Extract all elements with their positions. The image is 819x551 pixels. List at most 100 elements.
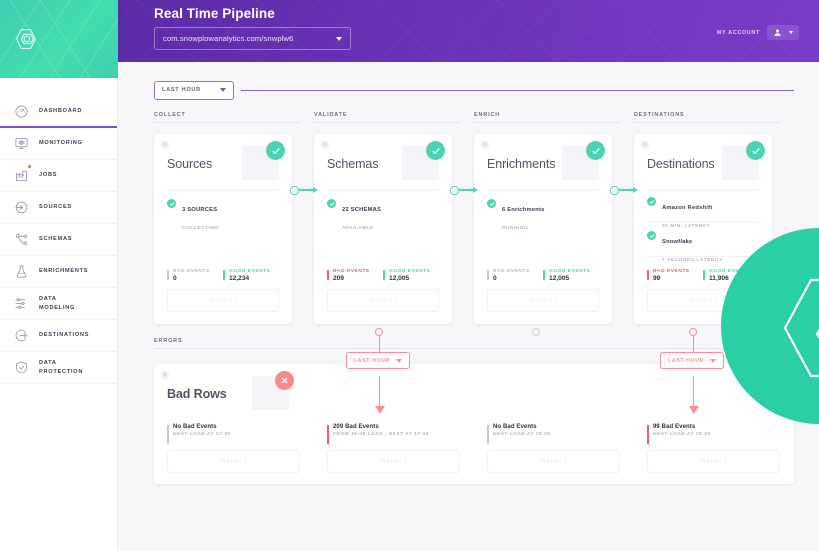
pipeline-card-schemas[interactable]: i Schemas 22 SCHEMAS AVAILABLE BAD EVENT… <box>314 134 452 324</box>
info-icon[interactable]: i <box>641 141 649 149</box>
errors-meta: 99 Bad Events NEXT LOAD AT 18:20 <box>647 424 780 444</box>
card-slot-validate: i Schemas 22 SCHEMAS AVAILABLE BAD EVENT… <box>314 134 474 324</box>
inspect-label: INSPECT <box>219 458 248 465</box>
pipeline-card-enrichments[interactable]: i Enrichments 6 Enrichments RUNNING BAD … <box>474 134 612 324</box>
inspect-button[interactable]: INSPECT <box>647 289 759 312</box>
shield-check-icon <box>8 357 34 379</box>
info-icon[interactable]: i <box>481 141 489 149</box>
inspect-button[interactable]: INSPECT <box>167 289 279 312</box>
card-stat-main: Snowflake <box>662 239 693 245</box>
errors-meta: No Bad Events NEXT LOAD AT 17:30 <box>167 424 300 444</box>
divider <box>487 190 599 191</box>
card-events: BAD EVENTS 99 GOOD EVENTS 11,906 <box>647 269 759 282</box>
good-events-value: 12,005 <box>549 275 570 282</box>
pipeline-cards: i Sources 3 SOURCES COLLECTING BAD EVENT… <box>154 134 794 324</box>
sidebar-item-dashboard[interactable]: DASHBOARD <box>0 96 117 128</box>
info-icon[interactable]: i <box>161 141 169 149</box>
column-label: DESTINATIONS <box>634 112 685 118</box>
card-title: Sources <box>167 157 213 171</box>
card-stat-row: 3 SOURCES COLLECTING <box>167 198 219 234</box>
bad-events-label: BAD EVENTS <box>173 268 210 274</box>
arrow-into-circle-icon <box>8 197 34 219</box>
divider <box>327 190 439 191</box>
bad-events-metric: BAD EVENTS 209 <box>327 269 383 282</box>
pipeline-url-value: com.snowplowanalytics.com/snwplw6 <box>163 34 294 43</box>
check-circle-icon <box>426 141 445 160</box>
info-icon[interactable]: i <box>321 141 329 149</box>
inspect-label: INSPECT <box>368 297 398 304</box>
card-slot-collect: i Sources 3 SOURCES COLLECTING BAD EVENT… <box>154 134 314 324</box>
errors-filter-destinations[interactable]: LAST HOUR <box>660 352 725 369</box>
card-slot-destinations: i Destinations Amazon Redshift 30 MIN. L <box>634 134 794 324</box>
inspect-label: INSPECT <box>688 297 718 304</box>
sidebar-item-data-protection[interactable]: DATA PROTECTION <box>0 352 117 384</box>
errors-sub: NEXT LOAD AT 18:00 <box>493 432 551 437</box>
errors-column-enrich: No Bad Events NEXT LOAD AT 18:00 INSPECT <box>474 424 634 473</box>
main-content: LAST HOUR COLLECT VALIDATE ENRICH DESTIN… <box>118 62 819 551</box>
sidebar-item-destinations[interactable]: DESTINATIONS <box>0 320 117 352</box>
timeframe-label: LAST HOUR <box>162 87 201 93</box>
pipeline-card-sources[interactable]: i Sources 3 SOURCES COLLECTING BAD EVENT… <box>154 134 292 324</box>
column-header-enrich: ENRICH <box>474 112 634 123</box>
error-line-validate-lower <box>379 376 381 408</box>
errors-filter-validate[interactable]: LAST HOUR <box>346 352 411 369</box>
errors-column-collect: No Bad Events NEXT LOAD AT 17:30 INSPECT <box>154 424 314 473</box>
inspect-button[interactable]: INSPECT <box>487 289 599 312</box>
account-menu[interactable]: MY ACCOUNT <box>717 25 799 40</box>
close-circle-icon <box>275 371 294 390</box>
sidebar-item-monitoring[interactable]: MONITORING <box>0 128 117 160</box>
brand-logo-panel[interactable] <box>0 0 118 78</box>
column-header-validate: VALIDATE <box>314 112 474 123</box>
inspect-button[interactable]: INSPECT <box>327 289 439 312</box>
sidebar-nav: DASHBOARD MONITORING JOBS SOURCES SCHEMA… <box>0 78 117 384</box>
inspect-button[interactable]: INSPECT <box>647 450 780 473</box>
inspect-button[interactable]: INSPECT <box>487 450 620 473</box>
errors-column-destinations: 99 Bad Events NEXT LOAD AT 18:20 INSPECT <box>634 424 794 473</box>
chevron-down-icon <box>710 358 717 363</box>
sidebar-item-label: DATA MODELING <box>39 296 76 311</box>
bad-rows-panel[interactable]: i Bad Rows No Bad Events NEXT LOAD AT 17… <box>154 364 794 484</box>
bad-events-metric: BAD EVENTS 0 <box>167 268 223 282</box>
column-label: ENRICH <box>474 112 501 118</box>
sidebar-item-data-modeling[interactable]: DATA MODELING <box>0 288 117 320</box>
card-stat-row: 6 Enrichments RUNNING <box>487 198 545 234</box>
bad-events-metric: BAD EVENTS 0 <box>487 269 543 282</box>
sidebar-item-sources[interactable]: SOURCES <box>0 192 117 224</box>
check-circle-icon <box>487 199 496 208</box>
sidebar-item-enrichments[interactable]: ENRICHMENTS <box>0 256 117 288</box>
column-header-collect: COLLECT <box>154 112 314 123</box>
info-icon[interactable]: i <box>161 371 169 379</box>
top-header: Real Time Pipeline com.snowplowanalytics… <box>118 0 819 62</box>
bad-events-value: 0 <box>173 275 177 282</box>
good-events-metric: GOOD EVENTS 12,005 <box>543 268 599 282</box>
card-stat-row: Amazon Redshift 30 MIN. LATENCY <box>647 196 712 232</box>
account-button[interactable] <box>767 25 799 40</box>
inspect-label: INSPECT <box>208 297 238 304</box>
errors-headline: No Bad Events <box>173 424 217 430</box>
card-slot-enrich: i Enrichments 6 Enrichments RUNNING BAD … <box>474 134 634 324</box>
errors-sub: FROM 16:45 LOAD , NEXT AT 17:45 <box>333 432 429 437</box>
timeframe-select[interactable]: LAST HOUR <box>154 80 234 100</box>
connector-node-icon <box>610 186 619 195</box>
good-events-label: GOOD EVENTS <box>549 268 591 274</box>
app-root: DASHBOARD MONITORING JOBS SOURCES SCHEMA… <box>0 0 819 551</box>
card-stat-sub: AVAILABLE <box>342 226 374 231</box>
arrow-out-circle-icon <box>8 325 34 347</box>
sidebar-item-label: SCHEMAS <box>39 236 73 243</box>
sidebar-item-schemas[interactable]: SCHEMAS <box>0 224 117 256</box>
good-events-metric: GOOD EVENTS 12,234 <box>223 268 279 282</box>
flask-icon <box>8 261 34 283</box>
sidebar-item-jobs[interactable]: JOBS <box>0 160 117 192</box>
card-title: Enrichments <box>487 157 556 171</box>
inspect-button[interactable]: INSPECT <box>327 450 460 473</box>
good-events-metric: GOOD EVENTS 12,005 <box>383 269 439 282</box>
good-events-label: GOOD EVENTS <box>229 268 271 274</box>
pipeline-card-destinations[interactable]: i Destinations Amazon Redshift 30 MIN. L <box>634 134 772 324</box>
bad-events-metric: BAD EVENTS 99 <box>647 269 703 282</box>
inspect-button[interactable]: INSPECT <box>167 450 300 473</box>
pipeline-url-select[interactable]: com.snowplowanalytics.com/snwplw6 <box>154 27 351 50</box>
card-events: BAD EVENTS 209 GOOD EVENTS 12,005 <box>327 269 439 282</box>
inspect-label: INSPECT <box>539 458 568 465</box>
inspect-label: INSPECT <box>699 458 728 465</box>
errors-headline: No Bad Events <box>493 424 537 430</box>
